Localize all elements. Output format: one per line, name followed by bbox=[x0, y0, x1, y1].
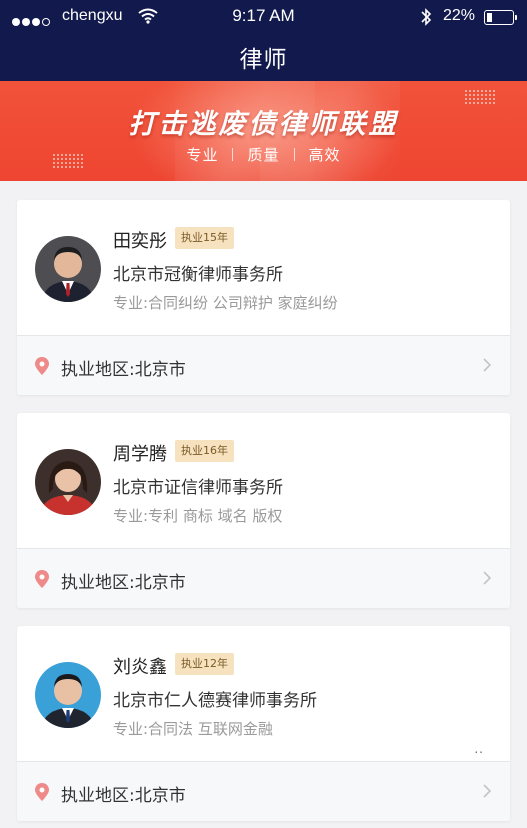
specialty: 专业:合同纠纷 公司辩护 家庭纠纷 bbox=[113, 294, 338, 312]
law-firm: 北京市仁人德赛律师事务所 bbox=[113, 691, 317, 711]
region-row[interactable]: 执业地区:北京市 bbox=[17, 549, 510, 608]
specialty: 专业:专利 商标 域名 版权 bbox=[113, 507, 283, 525]
banner-title: 打击逃废债律师联盟 bbox=[128, 109, 399, 140]
tag-divider bbox=[293, 148, 295, 161]
law-firm: 北京市冠衡律师事务所 bbox=[113, 265, 283, 285]
law-firm: 北京市证信律师事务所 bbox=[113, 478, 283, 498]
practice-region: 执业地区:北京市 bbox=[61, 573, 186, 593]
page-title: 律师 bbox=[239, 47, 288, 73]
experience-badge: 执业15年 bbox=[175, 227, 234, 249]
specialty: 专业:合同法 互联网金融 bbox=[113, 720, 273, 738]
lawyer-name: 周学腾 bbox=[113, 444, 167, 465]
lawyer-info[interactable]: 周学腾 执业16年 北京市证信律师事务所 专业:专利 商标 域名 版权 bbox=[17, 413, 510, 549]
banner-tag: 专业 bbox=[186, 146, 219, 164]
region-row[interactable]: 执业地区:北京市 bbox=[17, 336, 510, 395]
region-row[interactable]: 执业地区:北京市 bbox=[17, 762, 510, 821]
promo-banner[interactable]: 打击逃废债律师联盟 专业 质量 高效 bbox=[0, 81, 527, 181]
banner-tags: 专业 质量 高效 bbox=[0, 144, 527, 165]
location-pin-icon bbox=[35, 570, 49, 588]
chevron-right-icon[interactable] bbox=[482, 357, 492, 373]
practice-region: 执业地区:北京市 bbox=[61, 786, 186, 806]
chevron-right-icon[interactable] bbox=[482, 783, 492, 799]
lawyer-name: 田奕彤 bbox=[113, 231, 167, 252]
location-pin-icon bbox=[35, 357, 49, 375]
battery-percent: 22% bbox=[443, 7, 476, 24]
bluetooth-icon bbox=[421, 8, 432, 26]
banner-tag: 高效 bbox=[308, 146, 341, 164]
battery-icon bbox=[484, 10, 517, 25]
chevron-right-icon[interactable] bbox=[482, 570, 492, 586]
banner-tag: 质量 bbox=[247, 146, 280, 164]
experience-badge: 执业16年 bbox=[175, 440, 234, 462]
experience-badge: 执业12年 bbox=[175, 653, 234, 675]
status-bar: chengxu 9:17 AM 22% bbox=[0, 0, 527, 34]
more-indicator: .. bbox=[474, 742, 484, 756]
avatar bbox=[35, 449, 101, 515]
location-pin-icon bbox=[35, 783, 49, 801]
lawyer-card[interactable]: 田奕彤 执业15年 北京市冠衡律师事务所 专业:合同纠纷 公司辩护 家庭纠纷 执… bbox=[17, 200, 510, 395]
lawyer-card[interactable]: 刘炎鑫 执业12年 北京市仁人德赛律师事务所 专业:合同法 互联网金融 .. 执… bbox=[17, 626, 510, 821]
avatar bbox=[35, 662, 101, 728]
lawyer-name: 刘炎鑫 bbox=[113, 657, 167, 678]
app-header: chengxu 9:17 AM 22% 律师 bbox=[0, 0, 527, 81]
lawyer-card[interactable]: 周学腾 执业16年 北京市证信律师事务所 专业:专利 商标 域名 版权 执业地区… bbox=[17, 413, 510, 608]
lawyer-info[interactable]: 刘炎鑫 执业12年 北京市仁人德赛律师事务所 专业:合同法 互联网金融 .. bbox=[17, 626, 510, 762]
avatar bbox=[35, 236, 101, 302]
practice-region: 执业地区:北京市 bbox=[61, 360, 186, 380]
lawyer-info[interactable]: 田奕彤 执业15年 北京市冠衡律师事务所 专业:合同纠纷 公司辩护 家庭纠纷 bbox=[17, 200, 510, 336]
tag-divider bbox=[232, 148, 234, 161]
